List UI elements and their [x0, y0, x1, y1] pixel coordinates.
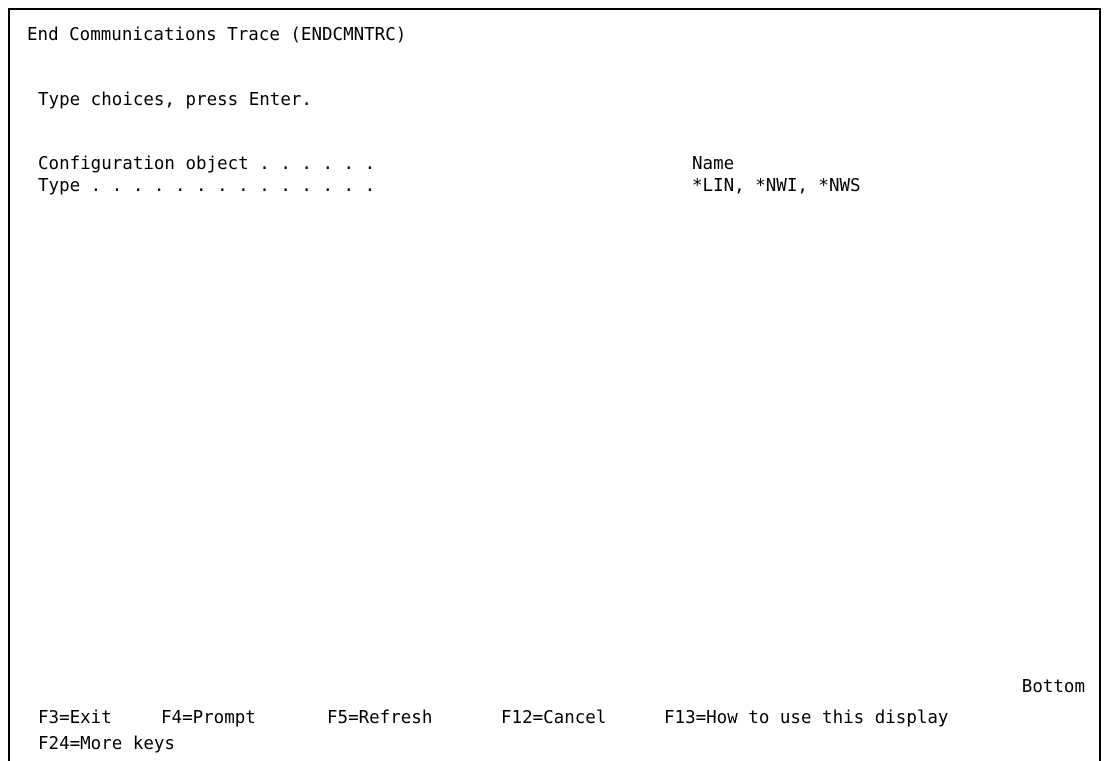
- f4-prompt-key[interactable]: F4=Prompt: [161, 707, 256, 729]
- f13-help-key[interactable]: F13=How to use this display: [664, 707, 948, 729]
- more-indicator: Bottom: [1021, 677, 1085, 697]
- terminal-screen: End Communications Trace (ENDCMNTRC) Typ…: [8, 8, 1101, 761]
- f3-exit-key[interactable]: F3=Exit: [38, 707, 112, 729]
- config-object-hint: Name: [692, 154, 735, 174]
- screen-title: End Communications Trace (ENDCMNTRC): [27, 25, 407, 45]
- type-label: Type . . . . . . . . . . . . . .: [38, 176, 376, 196]
- instruction-text: Type choices, press Enter.: [38, 90, 312, 110]
- f12-cancel-key[interactable]: F12=Cancel: [501, 707, 606, 729]
- config-object-label: Configuration object . . . . . .: [38, 154, 376, 174]
- f5-refresh-key[interactable]: F5=Refresh: [327, 707, 432, 729]
- f24-more-keys[interactable]: F24=More keys: [38, 733, 175, 755]
- type-hint: *LIN, *NWI, *NWS: [692, 176, 861, 196]
